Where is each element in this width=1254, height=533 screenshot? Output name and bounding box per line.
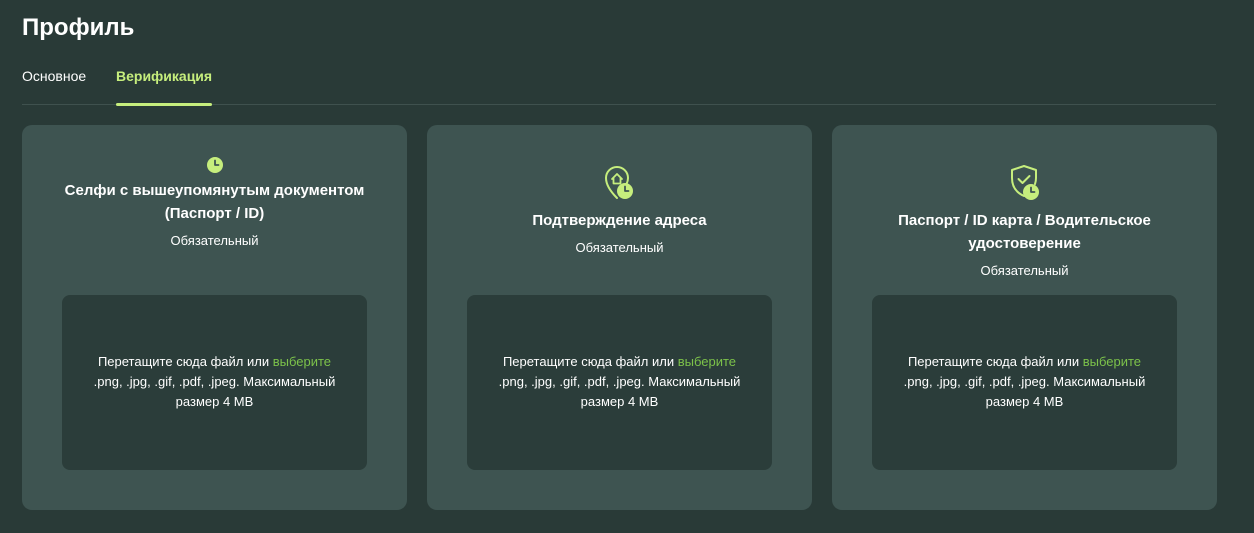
dropzone-prompt: Перетащите сюда файл или [907, 354, 1080, 369]
card-status: Обязательный [575, 240, 664, 255]
card-status: Обязательный [170, 233, 259, 248]
tab-verification-label: Верификация [116, 68, 213, 84]
active-tab-indicator [116, 103, 213, 106]
choose-file-link[interactable]: выберите [273, 354, 331, 369]
card-status: Обязательный [980, 263, 1069, 278]
clock-icon [205, 155, 225, 175]
file-dropzone[interactable]: Перетащите сюда файл или выберите .png, … [467, 295, 772, 470]
card-title: Паспорт / ID карта / Водительское удосто… [898, 212, 1151, 252]
home-location-clock-icon [603, 163, 637, 203]
verification-card-address: Подтверждение адреса Обязательный Перета… [427, 125, 812, 510]
dropzone-text: Перетащите сюда файл или выберите .png, … [477, 352, 762, 412]
tab-verification[interactable]: Верификация [116, 66, 213, 106]
dropzone-text: Перетащите сюда файл или выберите .png, … [882, 352, 1167, 412]
dropzone-formats: .png, .jpg, .gif, .pdf, .jpeg. Максималь… [93, 374, 336, 409]
dropzone-prompt: Перетащите сюда файл или [97, 354, 270, 369]
dropzone-formats: .png, .jpg, .gif, .pdf, .jpeg. Максималь… [903, 374, 1146, 409]
dropzone-prompt: Перетащите сюда файл или [502, 354, 675, 369]
card-title: Подтверждение адреса [532, 212, 707, 229]
tab-main-label: Основное [22, 68, 87, 84]
profile-tabs: Основное Верификация [22, 66, 1216, 106]
choose-file-link[interactable]: выберите [1083, 354, 1141, 369]
page-title: Профиль [22, 14, 135, 41]
file-dropzone[interactable]: Перетащите сюда файл или выберите .png, … [62, 295, 367, 470]
shield-check-clock-icon [1008, 163, 1042, 203]
tab-main[interactable]: Основное [22, 66, 86, 105]
choose-file-link[interactable]: выберите [678, 354, 736, 369]
dropzone-text: Перетащите сюда файл или выберите .png, … [72, 352, 357, 412]
profile-page: Профиль Основное Верификация Селфи с выш… [0, 0, 1254, 533]
dropzone-formats: .png, .jpg, .gif, .pdf, .jpeg. Максималь… [498, 374, 741, 409]
file-dropzone[interactable]: Перетащите сюда файл или выберите .png, … [872, 295, 1177, 470]
card-title: Селфи с вышеупомянутым документом (Паспо… [64, 182, 365, 222]
verification-card-passport: Паспорт / ID карта / Водительское удосто… [832, 125, 1217, 510]
verification-card-selfie: Селфи с вышеупомянутым документом (Паспо… [22, 125, 407, 510]
